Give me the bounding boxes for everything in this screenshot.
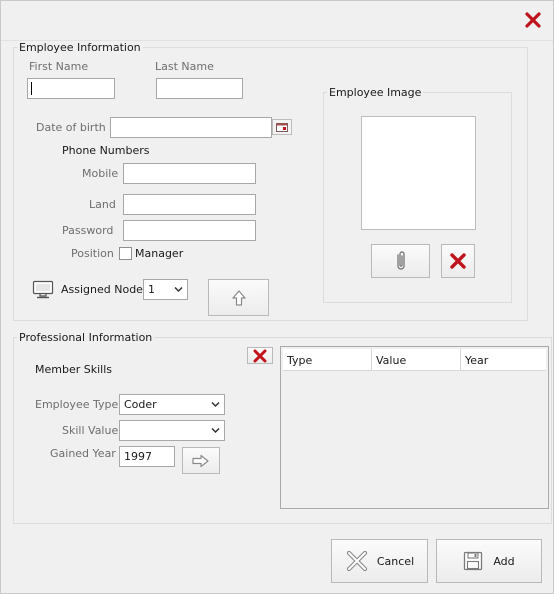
date-of-birth-field[interactable]: [110, 117, 272, 138]
first-name-label: First Name: [29, 60, 89, 73]
employee-information-legend: Employee Information: [17, 41, 143, 54]
add-skill-button[interactable]: [182, 447, 220, 474]
text-caret: [31, 82, 32, 95]
close-icon: [525, 12, 541, 28]
skills-table-header: Type Value Year: [283, 349, 546, 371]
paperclip-icon: [396, 251, 405, 270]
close-button[interactable]: [520, 8, 546, 32]
manager-checkbox[interactable]: [119, 247, 132, 260]
assigned-node-select[interactable]: 1: [143, 279, 188, 300]
mobile-label: Mobile: [82, 167, 119, 180]
chevron-down-icon: [211, 401, 220, 408]
column-header-year[interactable]: Year: [461, 349, 546, 370]
land-field[interactable]: [123, 194, 256, 215]
last-name-field[interactable]: [156, 78, 243, 99]
password-field[interactable]: [123, 220, 256, 241]
column-header-type[interactable]: Type: [283, 349, 372, 370]
gained-year-value: 1997: [124, 450, 152, 463]
cancel-button[interactable]: Cancel: [331, 539, 428, 583]
date-of-birth-label: Date of birth: [36, 121, 106, 134]
employee-type-value: Coder: [124, 398, 157, 411]
employee-image-box[interactable]: [361, 116, 476, 230]
calendar-icon: [276, 122, 288, 132]
assigned-node-label: Assigned Node: [61, 283, 143, 296]
assigned-node-value: 1: [148, 283, 155, 296]
add-button-label: Add: [493, 554, 515, 568]
add-button[interactable]: Add: [436, 539, 542, 583]
position-label: Position: [71, 247, 114, 260]
first-name-field[interactable]: [27, 78, 115, 99]
employee-type-label: Employee Type: [35, 398, 119, 411]
chevron-down-icon: [174, 286, 183, 293]
delete-x-icon: [450, 253, 466, 269]
cancel-x-icon: [346, 550, 367, 572]
employee-image-legend: Employee Image: [327, 86, 424, 99]
remove-image-button[interactable]: [441, 244, 475, 278]
date-picker-button[interactable]: [272, 119, 292, 135]
password-label: Password: [62, 224, 114, 237]
phone-numbers-heading: Phone Numbers: [62, 144, 150, 157]
mobile-field[interactable]: [123, 163, 256, 184]
professional-information-legend: Professional Information: [17, 331, 155, 344]
remove-skill-button[interactable]: [247, 347, 273, 364]
move-up-button[interactable]: [208, 279, 269, 316]
skills-table[interactable]: Type Value Year: [280, 346, 549, 509]
skill-value-label: Skill Value: [62, 424, 119, 437]
computer-icon: [32, 280, 54, 299]
cancel-button-label: Cancel: [376, 554, 415, 568]
title-bar: [1, 1, 553, 41]
manager-label: Manager: [135, 247, 184, 260]
skill-value-select[interactable]: [119, 420, 225, 441]
floppy-icon: [464, 551, 483, 571]
arrow-up-icon: [231, 289, 246, 306]
member-skills-heading: Member Skills: [35, 363, 112, 376]
gained-year-label: Gained Year: [50, 447, 116, 460]
last-name-label: Last Name: [155, 60, 214, 73]
land-label: Land: [89, 198, 116, 211]
gained-year-field[interactable]: 1997: [119, 446, 175, 467]
attach-image-button[interactable]: [371, 244, 430, 278]
arrow-right-icon: [192, 454, 209, 467]
employee-type-select[interactable]: Coder: [119, 394, 225, 415]
column-header-value[interactable]: Value: [372, 349, 461, 370]
chevron-down-icon: [211, 427, 220, 434]
delete-x-icon: [253, 349, 267, 362]
